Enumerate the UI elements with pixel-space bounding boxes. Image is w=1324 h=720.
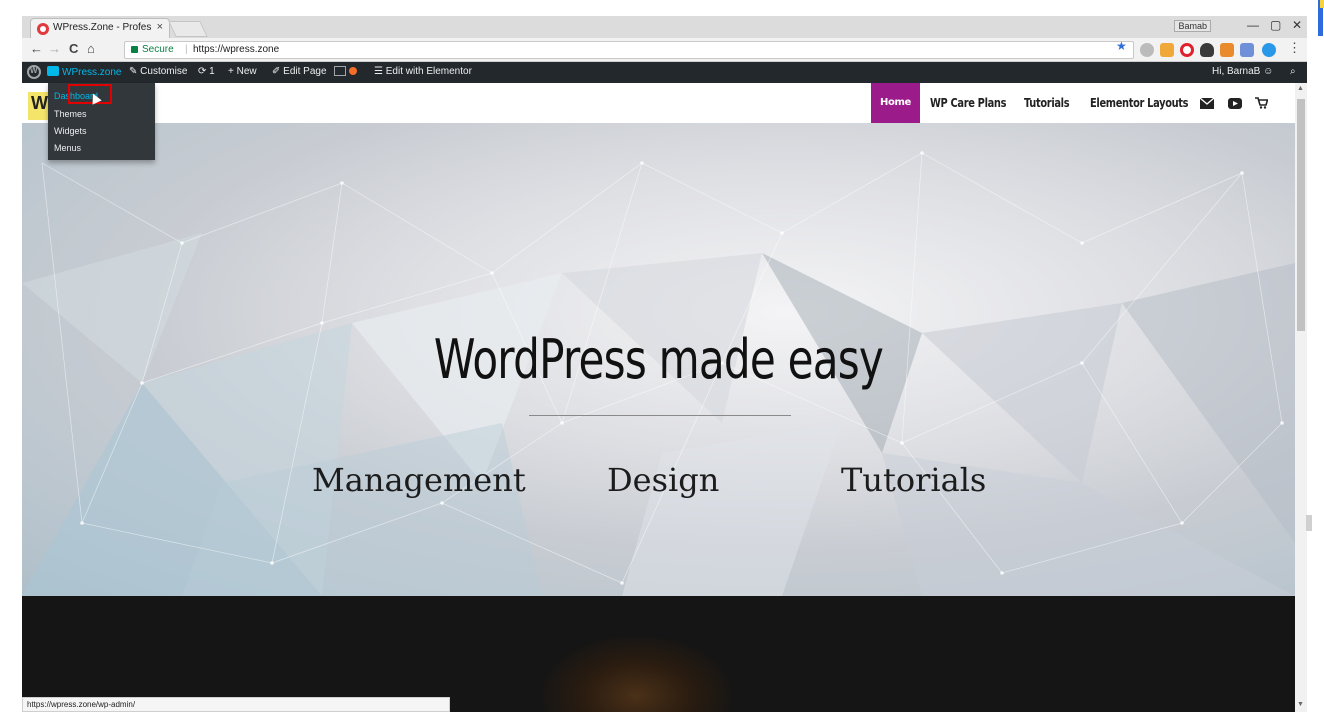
site-name-text: WPress.zone <box>62 67 122 78</box>
updates-count: 1 <box>209 66 215 77</box>
paintbrush-icon: ✎ <box>129 66 138 77</box>
lock-icon <box>131 46 138 53</box>
hero-divider <box>529 415 791 416</box>
scrollbar-thumb[interactable] <box>1297 99 1305 331</box>
new-link[interactable]: + New <box>228 66 257 77</box>
browser-toolbar: ← → C ⌂ Secure | https://wpress.zone ★ ⋮ <box>22 38 1307 62</box>
youtube-icon[interactable] <box>1228 96 1242 114</box>
hero-subtitle-management: Management <box>312 461 526 499</box>
secure-label: Secure <box>142 44 174 55</box>
scroll-down-icon[interactable]: ▼ <box>1297 701 1304 708</box>
dropdown-item-themes[interactable]: Themes <box>54 109 87 119</box>
wordpress-logo-icon[interactable] <box>27 65 41 79</box>
extension-circle-icon[interactable] <box>1262 43 1276 57</box>
plus-icon: + <box>228 66 234 77</box>
url-text[interactable]: https://wpress.zone <box>193 44 279 55</box>
edit-page-text: Edit Page <box>283 66 327 77</box>
dashboard-icon <box>47 66 59 76</box>
screen: WPress.Zone - Professio × Bamab — ▢ ✕ ← … <box>0 0 1324 720</box>
extension-puzzle-icon[interactable] <box>1160 43 1174 57</box>
browser-menu-icon[interactable]: ⋮ <box>1288 40 1301 56</box>
link-status-bubble: https://wpress.zone/wp-admin/ <box>22 697 450 712</box>
extension-blue-icon[interactable] <box>1240 43 1254 57</box>
profile-chip[interactable]: Bamab <box>1174 20 1211 32</box>
forward-button[interactable]: → <box>48 41 61 56</box>
customise-link[interactable]: ✎ Customise <box>129 66 187 77</box>
admin-search-icon[interactable]: ⌕ <box>1290 66 1296 77</box>
hero-subtitle-design: Design <box>607 461 720 499</box>
greeting-text: Hi, BarnaB <box>1212 66 1261 77</box>
dropdown-item-widgets[interactable]: Widgets <box>54 126 87 136</box>
reload-button[interactable]: C <box>69 41 78 56</box>
close-window-button[interactable]: ✕ <box>1292 18 1302 32</box>
pencil-icon: ✐ <box>272 66 281 77</box>
yoast-seo-link[interactable] <box>334 66 357 78</box>
extension-shoe-icon[interactable] <box>1200 43 1214 57</box>
bookmark-star-icon[interactable]: ★ <box>1116 39 1127 53</box>
dark-section <box>22 596 1295 712</box>
opera-extension-icon[interactable] <box>1180 43 1194 57</box>
user-avatar-icon: ☺ <box>1263 66 1274 77</box>
updates-icon: ⟳ <box>198 66 207 77</box>
site-header: W Home WP Care Plans Tutorials Elementor… <box>22 83 1295 123</box>
restore-button[interactable]: ▢ <box>1270 18 1281 32</box>
dropdown-item-menus[interactable]: Menus <box>54 143 81 153</box>
site-favicon-icon <box>37 23 49 35</box>
menu-item-home[interactable]: Home <box>871 83 920 123</box>
edit-page-link[interactable]: ✐ Edit Page <box>272 66 327 77</box>
scroll-up-icon[interactable]: ▲ <box>1297 85 1304 92</box>
email-icon[interactable] <box>1199 96 1215 114</box>
menu-item-tutorials[interactable]: Tutorials <box>1024 83 1070 123</box>
elementor-icon: ☰ <box>374 66 383 77</box>
new-tab-button[interactable] <box>168 21 208 37</box>
url-separator: | <box>185 44 188 55</box>
page-scrollbar[interactable]: ▲ ▼ <box>1295 83 1307 712</box>
browser-tab[interactable]: WPress.Zone - Professio × <box>30 18 170 38</box>
minimize-button[interactable]: — <box>1247 18 1259 32</box>
side-handle <box>1306 515 1312 531</box>
hero-subtitle-tutorials: Tutorials <box>841 461 987 499</box>
seo-status-dot <box>348 67 357 75</box>
new-text: New <box>236 66 257 77</box>
menu-item-elementor-layouts[interactable]: Elementor Layouts <box>1090 83 1189 123</box>
wp-admin-bar: WPress.zone ✎ Customise ⟳ 1 + New ✐ Edit… <box>22 62 1307 83</box>
edit-with-elementor-link[interactable]: ☰ Edit with Elementor <box>374 66 472 77</box>
updates-link[interactable]: ⟳ 1 <box>198 66 215 77</box>
tab-close-icon[interactable]: × <box>157 21 163 33</box>
cart-icon[interactable] <box>1255 96 1269 114</box>
address-bar[interactable]: Secure | https://wpress.zone <box>124 41 1134 59</box>
site-logo-letter: W <box>31 93 48 113</box>
browser-tab-strip: WPress.Zone - Professio × Bamab — ▢ ✕ <box>22 16 1307 38</box>
menu-item-wp-care-plans[interactable]: WP Care Plans <box>930 83 1006 123</box>
extension-orange-icon[interactable] <box>1220 43 1234 57</box>
home-button[interactable]: ⌂ <box>87 41 95 56</box>
desktop-edge-mark-yellow <box>1320 0 1324 8</box>
tab-title: WPress.Zone - Professio <box>53 22 151 33</box>
site-name-link[interactable]: WPress.zone <box>47 66 121 78</box>
extension-recycle-icon[interactable] <box>1140 43 1154 57</box>
back-button[interactable]: ← <box>30 41 43 56</box>
customise-text: Customise <box>140 66 188 77</box>
lightbulb-image <box>542 636 732 712</box>
account-menu[interactable]: Hi, BarnaB ☺ <box>1212 66 1273 77</box>
hero-section: WordPress made easy Management Design Tu… <box>22 123 1295 596</box>
yoast-icon <box>334 66 346 76</box>
hero-title: WordPress made easy <box>433 328 884 391</box>
edit-elementor-text: Edit with Elementor <box>385 66 472 77</box>
